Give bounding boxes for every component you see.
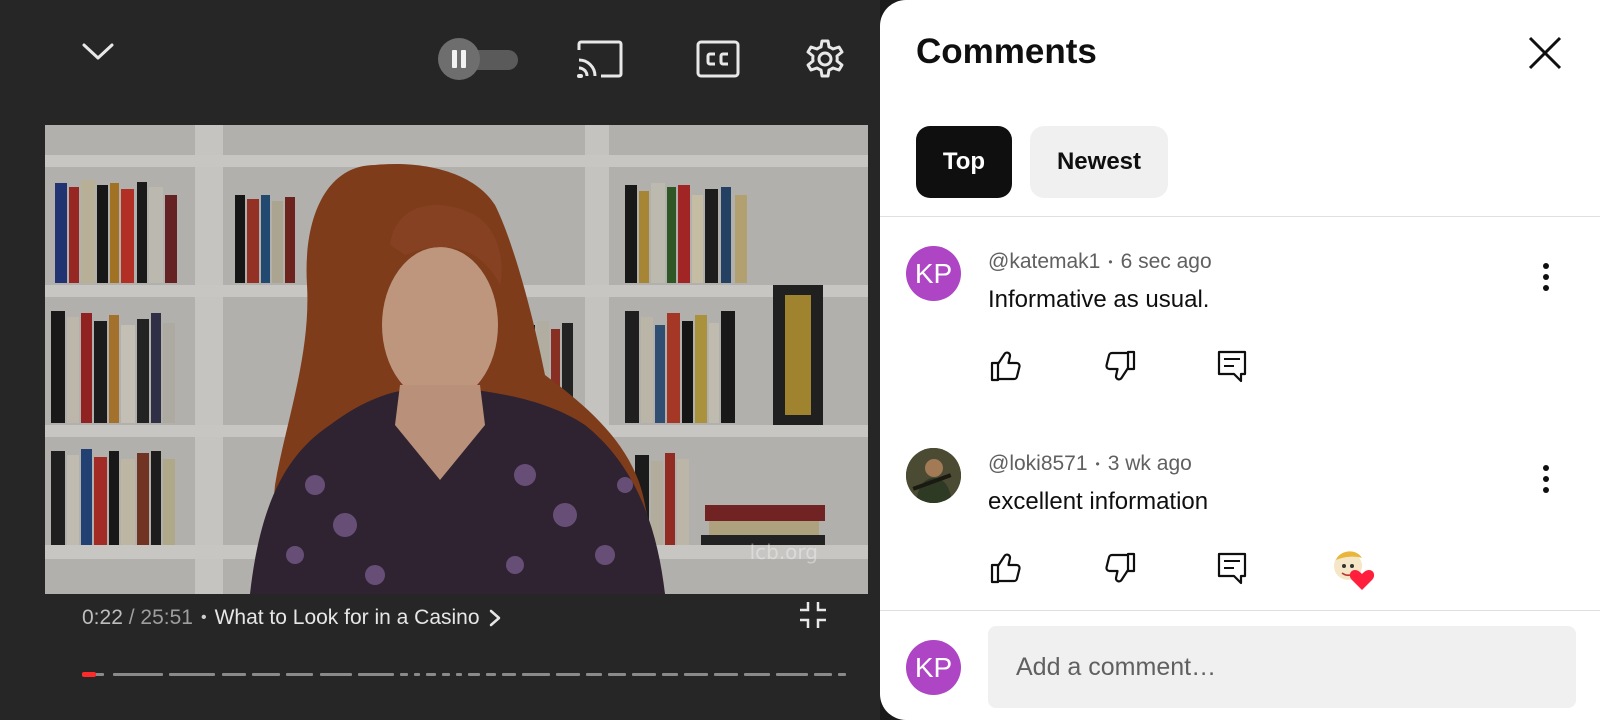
add-comment-row: KP (906, 626, 1576, 708)
comment-text: excellent information (988, 488, 1209, 515)
comment-more-button[interactable] (1534, 260, 1558, 294)
settings-gear-icon (806, 39, 844, 78)
reply-comment-icon (1217, 552, 1247, 585)
like-button[interactable] (986, 548, 1026, 588)
close-icon (1528, 36, 1562, 70)
video-meta-row: 0:22 / 25:51 • What to Look for in a Cas… (82, 603, 502, 633)
video-player: lcb.org 0:22 / 25:51 • What to Look for … (0, 0, 880, 720)
more-vertical-icon (1543, 465, 1549, 493)
meta-separator: • (200, 609, 207, 626)
avatar: KP (906, 640, 961, 695)
comment-timestamp: 6 sec ago (1120, 250, 1212, 273)
like-button[interactable] (986, 346, 1026, 386)
chevron-down-icon (82, 43, 114, 60)
panel-title: Comments (916, 32, 1097, 71)
time-separator: / (122, 606, 141, 629)
video-watermark: lcb.org (749, 540, 818, 564)
avatar-image (906, 448, 961, 503)
minimize-player-button[interactable] (74, 28, 122, 76)
comment-text: Informative as usual. (988, 286, 1210, 313)
comment-header: @loki8571 • 3 wk ago (988, 452, 1192, 476)
comment-item: KP @katemak1 • 6 sec ago Informative as … (906, 246, 1586, 426)
sort-chip-top[interactable]: Top (916, 126, 1012, 198)
fullscreen-exit-icon (800, 602, 826, 628)
exit-fullscreen-button[interactable] (796, 598, 830, 632)
reply-button[interactable] (1212, 346, 1252, 386)
reply-button[interactable] (1212, 548, 1252, 588)
comment-more-button[interactable] (1534, 462, 1558, 496)
settings-button[interactable] (800, 34, 850, 84)
creator-heart-icon (1330, 546, 1376, 592)
avatar[interactable] (906, 448, 961, 503)
comment-header: @katemak1 • 6 sec ago (988, 250, 1212, 274)
current-time: 0:22 (82, 606, 123, 629)
comment-header-separator: • (1108, 255, 1113, 269)
thumbs-down-icon (1105, 350, 1136, 381)
cast-icon (577, 40, 623, 78)
video-thumbnail-image (45, 125, 868, 594)
duration: 25:51 (140, 606, 193, 629)
sort-chip-newest[interactable]: Newest (1030, 126, 1168, 198)
thumbs-up-icon (990, 351, 1021, 382)
thumbs-up-icon (990, 553, 1021, 584)
comment-item: @loki8571 • 3 wk ago excellent informati… (906, 448, 1586, 628)
add-comment-input[interactable] (988, 626, 1576, 708)
more-vertical-icon (1543, 263, 1549, 291)
reply-comment-icon (1217, 350, 1247, 383)
autoplay-toggle[interactable] (438, 38, 520, 80)
video-title-link[interactable]: What to Look for in a Casino (215, 606, 480, 630)
avatar[interactable]: KP (906, 246, 961, 301)
toggle-knob (438, 38, 480, 80)
comment-header-separator: • (1095, 457, 1100, 471)
comment-author[interactable]: @katemak1 (988, 250, 1100, 274)
app-root: lcb.org 0:22 / 25:51 • What to Look for … (0, 0, 1600, 720)
captions-button[interactable] (694, 36, 742, 82)
seek-bar[interactable] (82, 672, 846, 677)
divider (880, 610, 1600, 611)
closed-captions-icon (696, 40, 740, 78)
comments-panel: Comments Top Newest KP @katemak1 • 6 sec… (880, 0, 1600, 720)
comment-timestamp: 3 wk ago (1107, 452, 1192, 475)
divider (880, 216, 1600, 217)
pause-icon (452, 50, 466, 68)
cast-button[interactable] (574, 36, 626, 82)
close-comments-button[interactable] (1526, 34, 1564, 72)
dislike-button[interactable] (1100, 346, 1140, 386)
dislike-button[interactable] (1100, 548, 1140, 588)
seek-progress-played (82, 672, 96, 677)
thumbs-down-icon (1105, 552, 1136, 583)
comment-author[interactable]: @loki8571 (988, 452, 1088, 476)
video-frame[interactable]: lcb.org (45, 125, 868, 594)
chevron-right-icon[interactable] (488, 608, 502, 628)
